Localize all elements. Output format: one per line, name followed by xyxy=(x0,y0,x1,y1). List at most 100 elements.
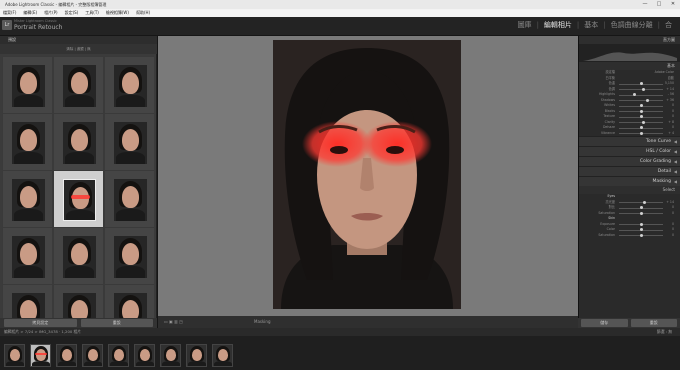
filmstrip-thumbnail[interactable] xyxy=(186,344,207,367)
filmstrip-thumbnail[interactable] xyxy=(212,344,233,367)
expand-triangle-icon[interactable]: ◀ xyxy=(674,177,677,187)
filmstrip-thumbnail[interactable] xyxy=(108,344,129,367)
slider-knob[interactable] xyxy=(639,211,643,215)
skin-slider[interactable]: Saturation 0 xyxy=(579,233,680,239)
thumb-body xyxy=(6,361,24,366)
filmstrip-thumbnail[interactable] xyxy=(160,344,181,367)
minimize-icon[interactable]: — xyxy=(638,0,652,9)
thumb-face xyxy=(10,349,20,361)
preset-thumbnail[interactable] xyxy=(104,227,154,285)
thumbnail-image xyxy=(63,65,96,107)
menu-settings[interactable]: 設定(S) xyxy=(65,9,79,17)
thumb-face xyxy=(88,349,98,361)
preset-thumbnail[interactable] xyxy=(53,113,104,171)
close-icon[interactable]: ✕ xyxy=(666,0,680,9)
panel-section-header[interactable]: Detail ◀ xyxy=(579,166,680,176)
thumb-body xyxy=(32,361,50,366)
module-tone-split[interactable]: 色調曲線分離 xyxy=(611,20,653,30)
view-mode-icon[interactable]: ▭ ▣ ▥ ◳ xyxy=(164,316,183,328)
panel-section-header[interactable]: Tone Curve ◀ xyxy=(579,136,680,146)
slider-knob[interactable] xyxy=(639,228,643,231)
slider-track[interactable] xyxy=(619,100,663,101)
menu-help[interactable]: 幫助(H) xyxy=(136,9,150,17)
main-photo[interactable] xyxy=(273,40,461,309)
copy-settings-button[interactable]: 拷貝設定 xyxy=(4,319,77,327)
thumb-face xyxy=(71,243,88,265)
presets-header[interactable]: 預設 xyxy=(0,36,157,44)
thumb-body xyxy=(116,95,145,107)
right-panel: 直方圖 基本 設定檔 Adobe Color 白平衡 自動 色溫 5,150 色調 + 1… xyxy=(578,36,680,328)
histogram-header[interactable]: 直方圖 xyxy=(579,36,680,44)
slider-knob[interactable] xyxy=(639,222,643,226)
module-more[interactable]: 合 xyxy=(665,20,672,30)
filmstrip-filter[interactable]: 篩選 : 無 xyxy=(657,328,672,336)
right-panel-buttons: 儲存 重設 xyxy=(578,318,680,328)
slider-knob[interactable] xyxy=(640,131,644,135)
slider-knob[interactable] xyxy=(639,126,643,129)
section-title: Tone Curve xyxy=(645,139,671,144)
preset-thumbnail[interactable] xyxy=(104,56,154,114)
preset-thumbnail[interactable] xyxy=(2,227,53,285)
module-basic[interactable]: 基本 xyxy=(584,20,598,30)
slider-knob[interactable] xyxy=(639,233,643,237)
preset-thumbnail[interactable] xyxy=(2,113,53,171)
filmstrip-thumbnail[interactable] xyxy=(134,344,155,367)
menu-view[interactable]: 檢視相簿(W) xyxy=(106,9,129,17)
slider-knob[interactable] xyxy=(632,93,636,96)
menu-tools[interactable]: 工具(T) xyxy=(85,9,99,17)
loupe-toolbar: ▭ ▣ ▥ ◳ Masking xyxy=(158,316,578,328)
preset-thumbnail[interactable] xyxy=(2,56,53,114)
identity-name: Portrait Retouch xyxy=(14,24,63,31)
preset-thumbnail[interactable] xyxy=(53,170,104,228)
slider-knob[interactable] xyxy=(639,82,643,85)
filmstrip-thumbnail[interactable] xyxy=(82,344,103,367)
reset-right-button[interactable]: 重設 xyxy=(630,319,677,327)
slider-track[interactable] xyxy=(619,94,663,96)
menu-edit[interactable]: 編輯(E) xyxy=(23,9,37,17)
filmstrip-thumbnail[interactable] xyxy=(4,344,25,367)
save-button[interactable]: 儲存 xyxy=(581,319,628,327)
preset-thumbnail[interactable] xyxy=(53,227,104,285)
panel-section-header[interactable]: Color Grading ◀ xyxy=(579,156,680,166)
section-title: HSL / Color xyxy=(646,149,671,154)
basic-header[interactable]: 基本 xyxy=(579,62,680,70)
maximize-icon[interactable]: □ xyxy=(652,0,666,9)
thumbnail-image xyxy=(63,236,96,278)
slider-knob[interactable] xyxy=(643,200,647,204)
thumb-face xyxy=(62,349,72,361)
thumb-red-eye xyxy=(71,195,90,199)
slider-knob[interactable] xyxy=(639,109,643,113)
thumb-face xyxy=(166,349,176,361)
presets-filter[interactable]: 清除 | 濾鏡 | 無 xyxy=(0,44,157,54)
preset-thumbnail[interactable] xyxy=(104,170,154,228)
thumbnail-image xyxy=(114,122,147,164)
slider-knob[interactable] xyxy=(639,104,643,107)
preset-thumbnail[interactable] xyxy=(104,113,154,171)
module-develop[interactable]: 編輯相片 xyxy=(544,20,572,30)
reset-button[interactable]: 重設 xyxy=(80,319,153,327)
thumb-body xyxy=(188,361,206,366)
menu-file[interactable]: 檔案(F) xyxy=(3,9,16,17)
slider-knob[interactable] xyxy=(646,98,650,102)
slider-track[interactable] xyxy=(619,202,663,203)
module-library[interactable]: 圖庫 xyxy=(518,20,532,30)
thumb-body xyxy=(66,210,95,220)
slider-knob[interactable] xyxy=(639,115,643,118)
slider-knob[interactable] xyxy=(641,120,645,124)
preset-thumbnail[interactable] xyxy=(53,56,104,114)
slider-knob[interactable] xyxy=(641,87,645,91)
portrait-image xyxy=(273,40,461,309)
panel-section-header[interactable]: HSL / Color ◀ xyxy=(579,146,680,156)
filmstrip-thumbnail[interactable] xyxy=(30,344,51,367)
filmstrip-thumbnail[interactable] xyxy=(56,344,77,367)
mask-name[interactable]: Select xyxy=(579,186,680,194)
menu-photo[interactable]: 相片(P) xyxy=(44,9,58,17)
thumb-face xyxy=(71,72,88,94)
slider-knob[interactable] xyxy=(639,206,643,209)
histogram-graph xyxy=(583,52,677,61)
thumb-body xyxy=(116,152,145,164)
panel-section-header[interactable]: Masking ◀ xyxy=(579,176,680,186)
thumb-face xyxy=(20,129,37,151)
preset-thumbnail[interactable] xyxy=(2,170,53,228)
masking-label: Masking xyxy=(254,319,271,324)
